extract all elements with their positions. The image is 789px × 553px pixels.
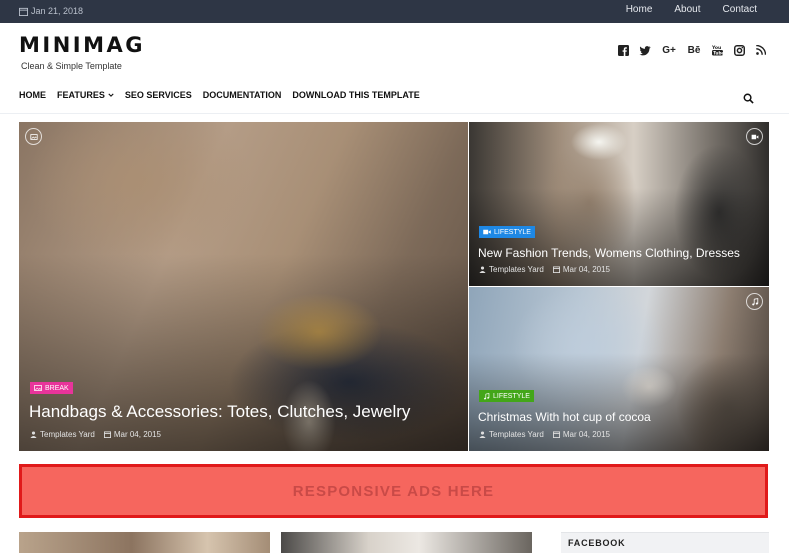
top-nav-home[interactable]: Home bbox=[615, 4, 664, 15]
featured-post-top-right[interactable]: LIFESTYLE New Fashion Trends, Womens Clo… bbox=[469, 122, 769, 286]
post-meta: Templates Yard Mar 04, 2015 bbox=[479, 265, 610, 274]
calendar-icon bbox=[552, 431, 560, 438]
search-icon bbox=[743, 93, 754, 104]
nav-download-template-label: DOWNLOAD THIS TEMPLATE bbox=[292, 90, 420, 100]
calendar-icon bbox=[552, 266, 560, 273]
featured-post-bottom-right[interactable]: LIFESTYLE Christmas With hot cup of coco… bbox=[469, 287, 769, 451]
nav-documentation-label: DOCUMENTATION bbox=[202, 90, 282, 100]
date-display: Jan 21, 2018 bbox=[19, 6, 83, 16]
gallery-icon bbox=[25, 128, 42, 145]
top-nav: Home About Contact bbox=[615, 4, 777, 15]
nav-seo-services[interactable]: SEO SERVICES bbox=[125, 90, 192, 100]
nav-download-template[interactable]: DOWNLOAD THIS TEMPLATE bbox=[292, 90, 419, 100]
post-author[interactable]: Templates Yard bbox=[479, 265, 544, 274]
social-links: G+ Bē YouTube bbox=[617, 44, 767, 56]
nav-seo-services-label: SEO SERVICES bbox=[124, 90, 192, 100]
calendar-icon bbox=[103, 431, 111, 438]
youtube-icon[interactable]: YouTube bbox=[711, 44, 723, 56]
instagram-icon[interactable] bbox=[733, 44, 745, 56]
post-title[interactable]: Christmas With hot cup of cocoa bbox=[478, 410, 651, 424]
ad-banner[interactable]: RESPONSIVE ADS HERE bbox=[19, 464, 768, 518]
user-icon bbox=[479, 431, 486, 438]
widget-title: FACEBOOK bbox=[568, 538, 626, 548]
music-icon bbox=[746, 293, 763, 310]
date-text: Jan 21, 2018 bbox=[31, 6, 84, 16]
category-badge-label: LIFESTYLE bbox=[493, 392, 530, 400]
post-date: Mar 04, 2015 bbox=[103, 430, 161, 439]
category-badge[interactable]: BREAK bbox=[30, 382, 73, 394]
post-author[interactable]: Templates Yard bbox=[30, 430, 95, 439]
nav-features-label: FEATURES bbox=[57, 90, 105, 100]
search-button[interactable] bbox=[743, 91, 755, 104]
post-thumbnail[interactable] bbox=[19, 532, 270, 553]
post-title[interactable]: Handbags & Accessories: Totes, Clutches,… bbox=[29, 402, 410, 422]
nav-features[interactable]: FEATURES bbox=[57, 90, 114, 100]
top-nav-about[interactable]: About bbox=[663, 4, 711, 15]
twitter-icon[interactable] bbox=[639, 44, 651, 56]
post-author-name: Templates Yard bbox=[489, 265, 544, 274]
site-logo[interactable]: MINIMAG bbox=[19, 33, 145, 57]
nav-documentation[interactable]: DOCUMENTATION bbox=[203, 90, 282, 100]
category-badge[interactable]: LIFESTYLE bbox=[479, 226, 535, 238]
facebook-icon[interactable] bbox=[617, 44, 629, 56]
category-badge[interactable]: LIFESTYLE bbox=[479, 390, 534, 402]
top-bar: Jan 21, 2018 Home About Contact bbox=[0, 0, 789, 23]
ad-banner-text: RESPONSIVE ADS HERE bbox=[292, 482, 495, 500]
featured-post-main[interactable]: BREAK Handbags & Accessories: Totes, Clu… bbox=[19, 122, 468, 451]
post-author-name: Templates Yard bbox=[489, 430, 544, 439]
post-meta: Templates Yard Mar 04, 2015 bbox=[30, 430, 161, 439]
google-plus-icon[interactable]: G+ bbox=[661, 44, 677, 56]
main-nav: HOME FEATURES SEO SERVICES DOCUMENTATION… bbox=[19, 90, 431, 100]
nav-home-label: HOME bbox=[19, 90, 46, 100]
user-icon bbox=[30, 431, 37, 438]
post-date: Mar 04, 2015 bbox=[552, 265, 610, 274]
top-nav-contact[interactable]: Contact bbox=[712, 4, 777, 15]
post-date-text: Mar 04, 2015 bbox=[562, 430, 610, 439]
calendar-icon bbox=[19, 7, 28, 16]
category-badge-label: LIFESTYLE bbox=[494, 228, 531, 236]
post-date: Mar 04, 2015 bbox=[552, 430, 610, 439]
post-author[interactable]: Templates Yard bbox=[479, 430, 544, 439]
nav-divider bbox=[0, 113, 789, 114]
nav-home[interactable]: HOME bbox=[19, 90, 46, 100]
image-icon bbox=[34, 385, 42, 391]
sidebar-widget-facebook: FACEBOOK bbox=[561, 532, 769, 553]
chevron-down-icon bbox=[108, 93, 114, 97]
post-date-text: Mar 04, 2015 bbox=[113, 430, 161, 439]
site-tagline: Clean & Simple Template bbox=[21, 61, 122, 71]
music-icon bbox=[484, 392, 490, 400]
video-icon bbox=[746, 128, 763, 145]
rss-icon[interactable] bbox=[755, 44, 767, 56]
post-author-name: Templates Yard bbox=[40, 430, 95, 439]
post-meta: Templates Yard Mar 04, 2015 bbox=[479, 430, 610, 439]
post-thumbnail[interactable] bbox=[281, 532, 532, 553]
post-title[interactable]: New Fashion Trends, Womens Clothing, Dre… bbox=[478, 246, 740, 260]
svg-text:Tube: Tube bbox=[713, 50, 723, 55]
video-icon bbox=[483, 229, 491, 235]
user-icon bbox=[479, 266, 486, 273]
behance-icon[interactable]: Bē bbox=[687, 44, 701, 56]
featured-posts: BREAK Handbags & Accessories: Totes, Clu… bbox=[19, 122, 769, 452]
post-date-text: Mar 04, 2015 bbox=[562, 265, 610, 274]
category-badge-label: BREAK bbox=[45, 384, 69, 392]
